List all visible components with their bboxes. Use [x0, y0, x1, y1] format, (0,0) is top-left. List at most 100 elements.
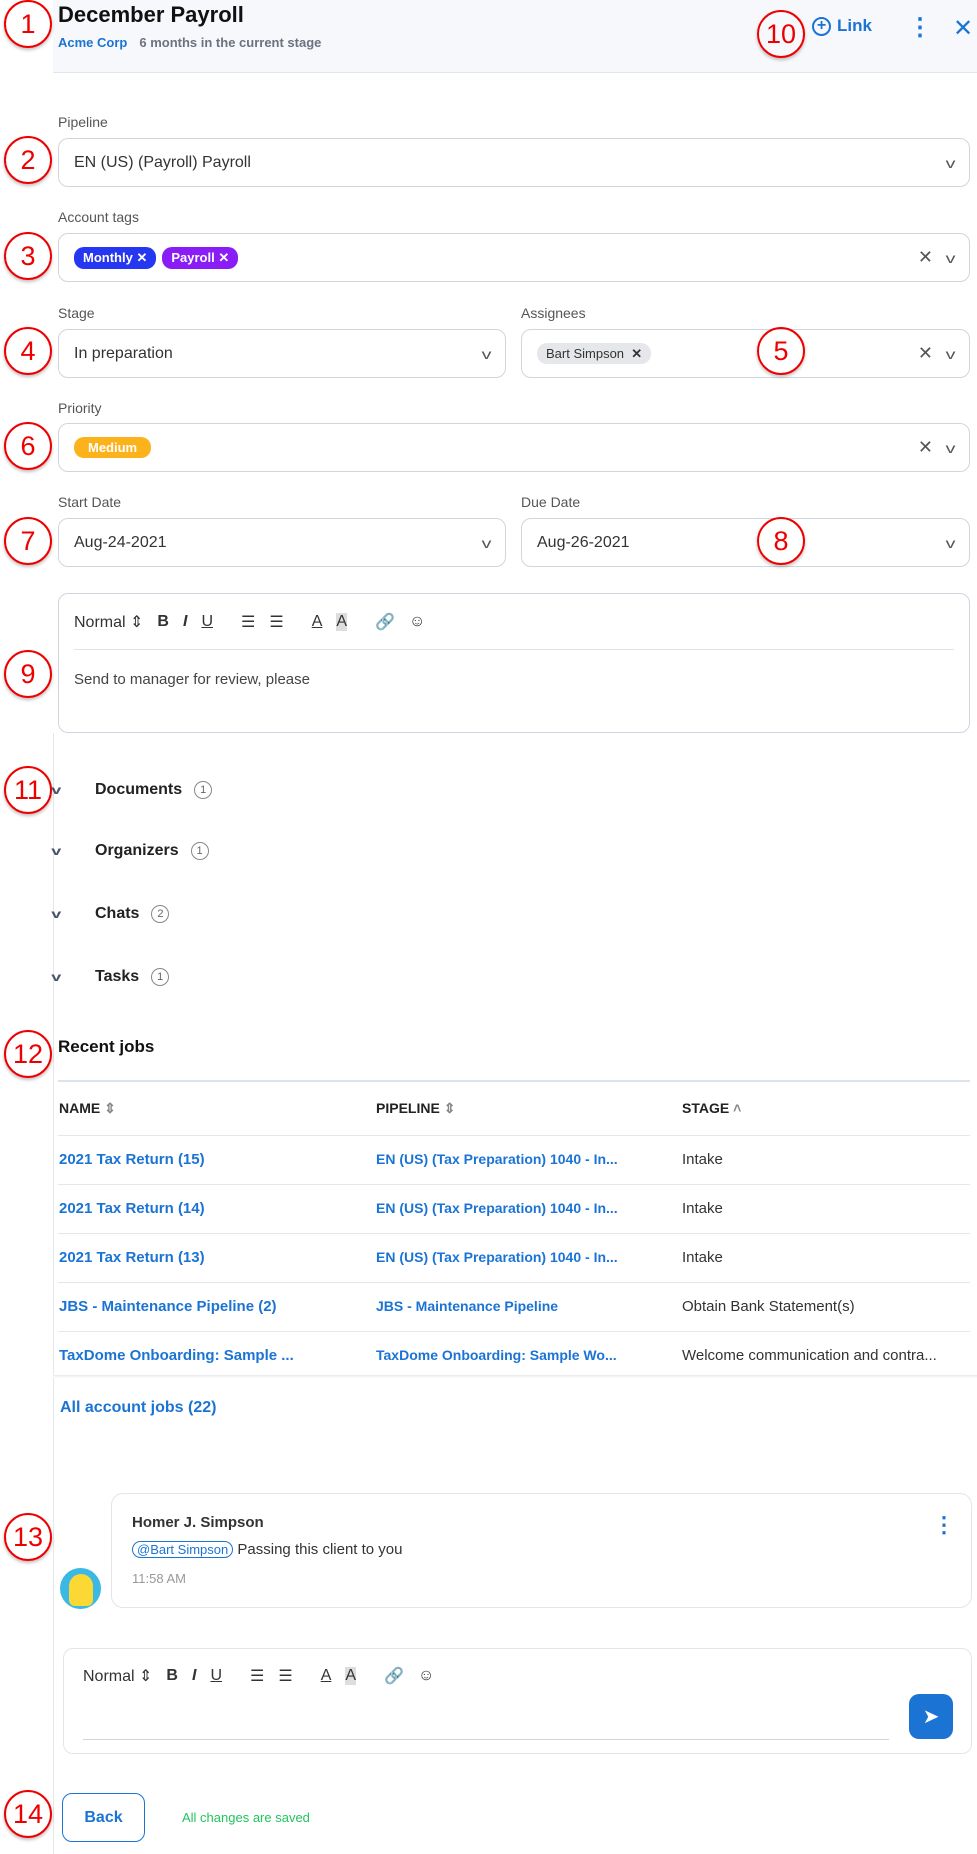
stage-cell: Welcome communication and contra... — [681, 1330, 970, 1380]
back-button[interactable]: Back — [62, 1793, 145, 1842]
count-badge: 1 — [151, 968, 170, 986]
table-row: JBS - Maintenance Pipeline (2) JBS - Main… — [58, 1281, 970, 1331]
section-organizers[interactable]: v Organizers 1 — [51, 842, 209, 860]
avatar — [60, 1568, 101, 1609]
sort-asc-icon: ˄ — [733, 1100, 742, 1117]
chevron-down-icon: v — [945, 154, 956, 171]
highlight-icon[interactable]: A — [336, 613, 348, 631]
job-name-link[interactable]: 2021 Tax Return (15) — [59, 1151, 205, 1168]
comment-input[interactable] — [83, 1739, 889, 1740]
send-icon: ➤ — [922, 1706, 940, 1728]
due-date-value: Aug-26-2021 — [537, 533, 630, 551]
comment-author: Homer J. Simpson — [132, 1514, 264, 1531]
chevron-down-icon: v — [945, 249, 956, 266]
bold-icon[interactable]: B — [166, 1667, 178, 1685]
pipeline-link[interactable]: EN (US) (Tax Preparation) 1040 - In... — [376, 1249, 618, 1265]
ordered-list-icon[interactable]: ☰ — [241, 612, 255, 632]
section-chats[interactable]: v Chats 2 — [51, 905, 170, 923]
pipeline-link[interactable]: EN (US) (Tax Preparation) 1040 - In... — [376, 1200, 618, 1216]
stage-select[interactable]: In preparation v — [58, 329, 506, 378]
italic-icon[interactable]: I — [192, 1667, 196, 1685]
column-header-name[interactable]: NAME ⇕ — [58, 1082, 375, 1135]
annotation-marker: 4 — [4, 327, 52, 375]
text-color-icon[interactable]: A — [321, 1667, 332, 1685]
account-link[interactable]: Acme Corp — [58, 35, 127, 50]
column-header-pipeline[interactable]: PIPELINE ⇕ — [375, 1082, 681, 1135]
annotation-marker: 8 — [757, 517, 805, 565]
link-button[interactable]: + Link — [812, 16, 872, 36]
emoji-icon[interactable]: ☺ — [409, 613, 425, 631]
underline-icon[interactable]: U — [210, 1667, 222, 1685]
pipeline-select[interactable]: EN (US) (Payroll) Payroll v — [58, 138, 970, 187]
job-name-link[interactable]: TaxDome Onboarding: Sample ... — [59, 1347, 294, 1364]
remove-tag-icon[interactable]: ✕ — [218, 250, 229, 265]
table-row: 2021 Tax Return (14) EN (US) (Tax Prepara… — [58, 1183, 970, 1233]
comment-body: @Bart Simpson Passing this client to you — [132, 1541, 403, 1558]
count-badge: 1 — [190, 842, 209, 860]
bullet-list-icon[interactable]: ☰ — [278, 1666, 292, 1686]
annotation-marker: 3 — [4, 232, 52, 280]
chevron-down-icon: v — [51, 844, 62, 858]
column-header-stage[interactable]: STAGE ˄ — [681, 1082, 970, 1135]
mention-chip[interactable]: @Bart Simpson — [132, 1541, 234, 1558]
comment-composer[interactable]: Normal ⇕ BIU ☰ ☰ AA 🔗 ☺ ➤ — [63, 1648, 972, 1754]
text-color-icon[interactable]: A — [312, 613, 323, 631]
job-name-link[interactable]: 2021 Tax Return (14) — [59, 1200, 205, 1217]
assignees-select[interactable]: Bart Simpson ✕ ✕ v — [521, 329, 970, 378]
close-icon[interactable]: ✕ — [953, 14, 973, 43]
stage-label: Stage — [58, 305, 95, 321]
bold-icon[interactable]: B — [157, 613, 169, 631]
priority-badge: Medium — [74, 437, 152, 458]
emoji-icon[interactable]: ☺ — [418, 1667, 434, 1685]
notes-content[interactable]: Send to manager for review, please — [74, 671, 310, 688]
underline-icon[interactable]: U — [201, 613, 213, 631]
count-badge: 1 — [194, 781, 213, 799]
pipeline-link[interactable]: TaxDome Onboarding: Sample Wo... — [376, 1347, 617, 1363]
pipeline-label: Pipeline — [58, 114, 108, 130]
comment-time: 11:58 AM — [132, 1571, 186, 1586]
job-name-link[interactable]: JBS - Maintenance Pipeline (2) — [59, 1298, 277, 1315]
priority-label: Priority — [58, 400, 102, 416]
link-icon[interactable]: 🔗 — [375, 612, 395, 632]
clear-icon[interactable]: ✕ — [918, 247, 933, 268]
stage-cell: Intake — [681, 1232, 970, 1282]
ordered-list-icon[interactable]: ☰ — [250, 1666, 264, 1686]
start-date-picker[interactable]: Aug-24-2021 v — [58, 518, 506, 567]
clear-icon[interactable]: ✕ — [918, 437, 933, 458]
clear-icon[interactable]: ✕ — [918, 343, 933, 364]
format-select[interactable]: Normal ⇕ — [83, 1666, 152, 1686]
more-options-icon[interactable]: ⋮ — [908, 16, 932, 40]
pipeline-link[interactable]: JBS - Maintenance Pipeline — [376, 1298, 558, 1314]
format-select[interactable]: Normal ⇕ — [74, 612, 143, 632]
notes-editor[interactable]: Normal ⇕ BIU ☰ ☰ AA 🔗 ☺ Send to manager fo… — [58, 593, 970, 733]
pipeline-link[interactable]: EN (US) (Tax Preparation) 1040 - In... — [376, 1151, 618, 1167]
recent-jobs-table-wrap: NAME ⇕ PIPELINE ⇕ STAGE ˄ 2021 Tax Retur… — [58, 1080, 970, 1380]
annotation-marker: 6 — [4, 422, 52, 470]
comment-options-icon[interactable]: ⋮ — [933, 1512, 955, 1538]
annotation-marker: 7 — [4, 517, 52, 565]
save-status: All changes are saved — [182, 1810, 310, 1825]
remove-tag-icon[interactable]: ✕ — [136, 250, 147, 265]
section-documents[interactable]: v Documents 1 — [51, 781, 213, 799]
stage-cell: Intake — [681, 1134, 970, 1184]
bullet-list-icon[interactable]: ☰ — [269, 612, 283, 632]
send-button[interactable]: ➤ — [909, 1694, 953, 1739]
job-name-link[interactable]: 2021 Tax Return (13) — [59, 1249, 205, 1266]
link-icon[interactable]: 🔗 — [384, 1666, 404, 1686]
due-date-picker[interactable]: Aug-26-2021 v — [521, 518, 970, 567]
tag-monthly: Monthly ✕ — [74, 246, 157, 269]
chevron-down-icon: v — [51, 970, 62, 984]
account-tags-select[interactable]: Monthly ✕ Payroll ✕ ✕ v — [58, 233, 970, 282]
section-tasks[interactable]: v Tasks 1 — [51, 968, 170, 986]
remove-assignee-icon[interactable]: ✕ — [631, 346, 642, 361]
due-date-label: Due Date — [521, 494, 581, 510]
chevron-down-icon: v — [945, 439, 956, 456]
priority-select[interactable]: Medium ✕ v — [58, 423, 970, 472]
italic-icon[interactable]: I — [183, 613, 187, 631]
header-subtitle: Acme Corp 6 months in the current stage — [58, 35, 321, 50]
tag-payroll: Payroll ✕ — [162, 246, 239, 269]
highlight-icon[interactable]: A — [345, 1667, 357, 1685]
account-tags-label: Account tags — [58, 209, 139, 225]
annotation-marker: 14 — [4, 1790, 52, 1838]
all-account-jobs-link[interactable]: All account jobs (22) — [60, 1399, 216, 1417]
